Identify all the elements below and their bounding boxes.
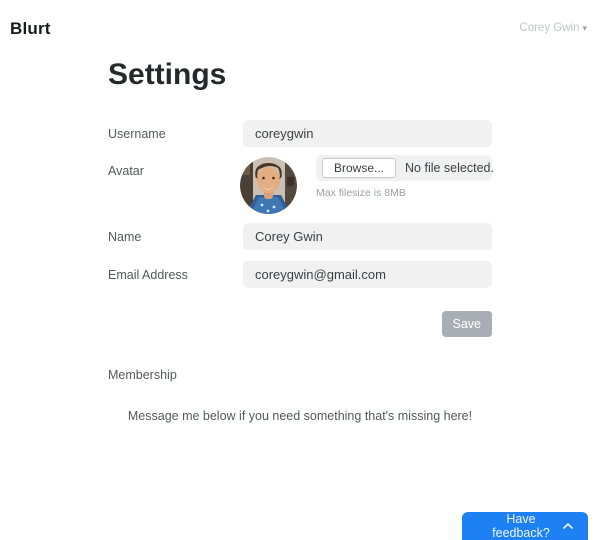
feedback-button-label: Have feedback? (492, 512, 550, 540)
filesize-helper-text: Max filesize is 8MB (316, 187, 406, 199)
avatar-label: Avatar (108, 164, 144, 178)
avatar-row: Avatar Browse... No file selected. Max f… (108, 155, 494, 214)
avatar-photo-illustration (240, 157, 297, 214)
username-input[interactable] (243, 120, 492, 147)
top-bar: Blurt Corey Gwin ▾ (0, 0, 600, 39)
username-row: Username (108, 120, 492, 147)
settings-panel: Settings Username Avatar (108, 58, 494, 423)
name-row: Name (108, 223, 492, 250)
username-label: Username (108, 126, 166, 141)
page-title: Settings (108, 58, 227, 91)
save-button[interactable]: Save (441, 311, 492, 337)
brand-logo: Blurt (10, 19, 51, 38)
caret-down-icon: ▾ (582, 23, 587, 33)
membership-message: Message me below if you need something t… (127, 409, 473, 423)
email-input[interactable] (243, 261, 492, 288)
settings-form: Username Avatar (108, 120, 494, 337)
email-label: Email Address (108, 267, 188, 282)
chevron-up-icon (563, 523, 573, 529)
avatar-file-input[interactable]: Browse... No file selected. (316, 155, 494, 181)
feedback-button[interactable]: Have feedback? (462, 512, 588, 540)
file-status-text: No file selected. (405, 161, 494, 175)
avatar (240, 157, 297, 214)
save-row: Save (108, 311, 492, 337)
name-input[interactable] (243, 223, 492, 250)
user-menu-name: Corey Gwin (519, 22, 580, 34)
user-menu[interactable]: Corey Gwin ▾ (519, 19, 587, 34)
email-row: Email Address (108, 261, 492, 288)
membership-label: Membership (108, 368, 177, 382)
name-label: Name (108, 229, 142, 244)
browse-button[interactable]: Browse... (322, 158, 397, 178)
